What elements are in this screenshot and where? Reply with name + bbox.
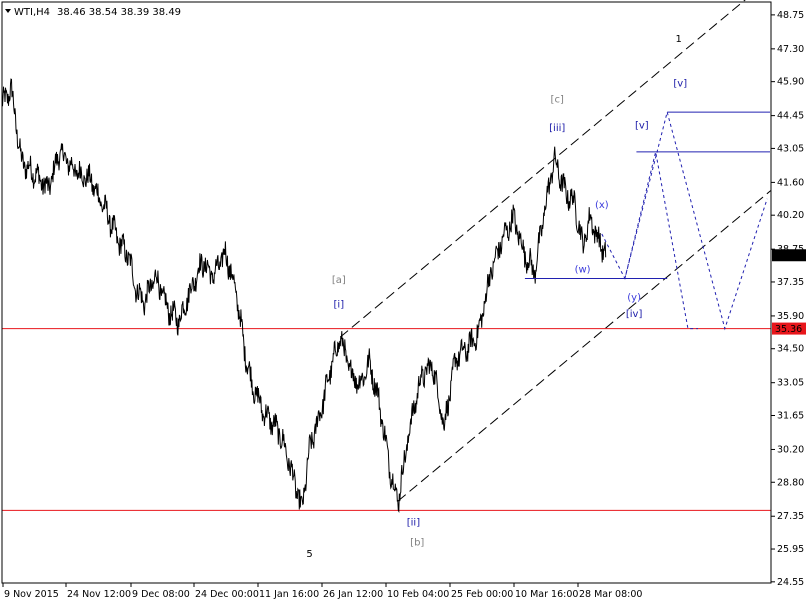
- x-tick-label: 25 Feb 00:00: [451, 589, 513, 600]
- wave-label: (w): [575, 265, 591, 276]
- x-tick-label: 9 Nov 2015: [4, 589, 59, 600]
- wave-labels: 1 [c] [iii] [v] [v] (x) (w) (y) [iv] [a] [i] [ii] [b…: [306, 34, 687, 560]
- price-tag-label: 35.36: [775, 324, 802, 335]
- y-tick-label: 48.75: [777, 10, 804, 21]
- wave-label: [v]: [673, 78, 687, 89]
- chart-header: WTI,H4 38.46 38.54 38.39 38.49: [5, 7, 181, 18]
- y-tick-label: 25.95: [777, 544, 804, 555]
- dropdown-triangle-icon[interactable]: [5, 9, 11, 13]
- wave-label: [ii]: [407, 518, 420, 529]
- x-tick-label: 10 Mar 16:00: [515, 589, 578, 600]
- wave-label: [a]: [332, 275, 346, 286]
- wave-label: (y): [627, 293, 641, 304]
- x-tick-label: 28 Mar 08:00: [579, 589, 642, 600]
- wave-label: [c]: [551, 95, 564, 106]
- x-tick-label: 11 Jan 16:00: [259, 589, 319, 600]
- y-tick-label: 47.30: [777, 44, 804, 55]
- time-axis: 9 Nov 2015 24 Nov 12:00 9 Dec 08:00 24 Dec …: [2, 583, 642, 600]
- y-tick-label: 35.90: [777, 311, 804, 322]
- y-tick-label: 33.05: [777, 378, 804, 389]
- channel-upper-line: [340, 0, 746, 338]
- x-tick-label: 24 Dec 00:00: [195, 589, 259, 600]
- y-tick-label: 24.55: [777, 577, 804, 588]
- y-tick-label: 41.60: [777, 177, 804, 188]
- y-tick-label: 40.20: [777, 210, 804, 221]
- price-tag-label: 38.49: [775, 251, 802, 262]
- wave-label: [b]: [410, 538, 424, 549]
- x-tick-label: 9 Dec 08:00: [132, 589, 190, 600]
- wave-label: 1: [676, 34, 682, 45]
- price-tags: 38.49 35.36: [772, 249, 806, 335]
- wave-label: [iv]: [626, 309, 643, 320]
- price-line: [1, 78, 607, 514]
- y-tick-label: 37.35: [777, 277, 804, 288]
- y-tick-label: 43.05: [777, 143, 804, 154]
- price-chart[interactable]: WTI,H4 38.46 38.54 38.39 38.49 1 [c] [iii]…: [0, 0, 812, 604]
- x-tick-label: 10 Feb 04:00: [387, 589, 449, 600]
- y-tick-label: 28.80: [777, 477, 804, 488]
- y-tick-label: 45.90: [777, 77, 804, 88]
- price-axis: 48.7547.3045.9044.4543.0541.6040.2038.75…: [771, 10, 804, 588]
- wave-label: (x): [595, 200, 609, 211]
- y-tick-label: 31.65: [777, 410, 804, 421]
- x-tick-label: 26 Jan 12:00: [323, 589, 383, 600]
- y-tick-label: 30.20: [777, 444, 804, 455]
- y-tick-label: 27.35: [777, 511, 804, 522]
- wave-projection: [524, 110, 770, 331]
- y-tick-label: 44.45: [777, 111, 804, 122]
- wave-label: 5: [306, 549, 312, 560]
- wave-label: [i]: [334, 300, 345, 311]
- wave-label: [v]: [635, 121, 649, 132]
- symbol-label: WTI,H4: [14, 7, 50, 18]
- ohlc-values: 38.46 38.54 38.39 38.49: [57, 7, 181, 18]
- wave-label: [iii]: [549, 123, 565, 134]
- price-series: [1, 78, 607, 514]
- trend-channel: [340, 0, 772, 502]
- x-tick-label: 24 Nov 12:00: [67, 589, 131, 600]
- plot-frame: [1, 1, 772, 584]
- horizontal-levels: [2, 328, 771, 511]
- y-tick-label: 34.50: [777, 344, 804, 355]
